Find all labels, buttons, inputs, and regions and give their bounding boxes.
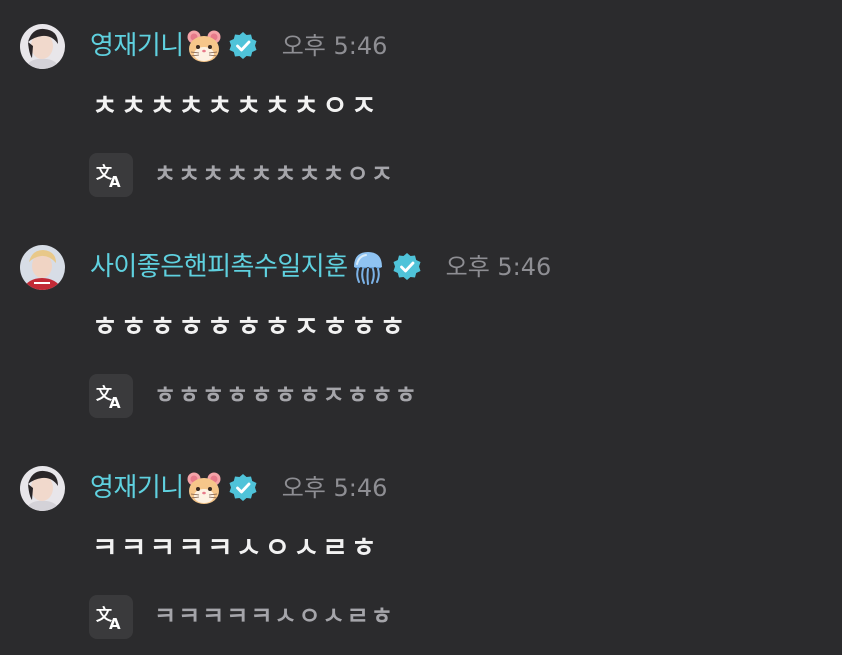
- avatar[interactable]: [20, 466, 65, 511]
- translate-button[interactable]: 文 A: [89, 374, 133, 418]
- svg-text:A: A: [109, 173, 121, 189]
- avatar[interactable]: [20, 245, 65, 290]
- verified-badge-icon: [228, 31, 258, 61]
- svg-text:A: A: [109, 615, 121, 631]
- translate-icon: 文 A: [96, 605, 121, 631]
- chat-message: 사이좋은핸피촉수일지훈 오후 5:46 ㅎㅎㅎㅎㅎㅎㅎㅈㅎㅎㅎ 文 A ㅎㅎㅎㅎ…: [0, 221, 842, 442]
- timestamp: 오후 5:46: [281, 32, 388, 60]
- translate-button[interactable]: 文 A: [89, 153, 133, 197]
- message-text[interactable]: ㅋㅋㅋㅋㅋㅅㅇㅅㄹㅎ: [92, 528, 380, 568]
- hamster-face-emoji: [186, 28, 222, 64]
- svg-text:A: A: [109, 394, 121, 410]
- message-header: 영재기니 오후 5:46: [90, 26, 387, 66]
- avatar[interactable]: [20, 24, 65, 69]
- translate-icon: 文 A: [96, 163, 121, 189]
- jellyfish-emoji: [350, 249, 386, 285]
- timestamp: 오후 5:46: [445, 253, 552, 281]
- chat-message: 영재기니: [0, 0, 842, 221]
- message-text[interactable]: ㅊㅊㅊㅊㅊㅊㅊㅊㅇㅈ: [92, 86, 380, 126]
- verified-badge-icon: [392, 252, 422, 282]
- timestamp: 오후 5:46: [281, 474, 388, 502]
- message-header: 사이좋은핸피촉수일지훈 오후 5:46: [90, 247, 551, 287]
- chat-message: 영재기니: [0, 442, 842, 655]
- message-header: 영재기니 오후 5:46: [90, 468, 387, 508]
- translate-icon: 文 A: [96, 384, 121, 410]
- verified-badge-icon: [228, 473, 258, 503]
- author-name[interactable]: 영재기니: [90, 26, 184, 66]
- translated-text: ㅊㅊㅊㅊㅊㅊㅊㅊㅇㅈ: [154, 160, 395, 188]
- chat-feed: 영재기니 오후 5:46 ㅊㅊㅊㅊㅊㅊㅊㅊㅇㅈ 文 A ㅊㅊㅊㅊㅊㅊㅊㅊㅇㅈ 사…: [0, 0, 842, 655]
- translated-text: ㅎㅎㅎㅎㅎㅎㅎㅈㅎㅎㅎ: [154, 381, 419, 409]
- author-name[interactable]: 사이좋은핸피촉수일지훈: [90, 247, 348, 287]
- message-text[interactable]: ㅎㅎㅎㅎㅎㅎㅎㅈㅎㅎㅎ: [92, 307, 408, 347]
- translated-text: ㅋㅋㅋㅋㅋㅅㅇㅅㄹㅎ: [154, 602, 395, 630]
- author-name[interactable]: 영재기니: [90, 468, 184, 508]
- hamster-face-emoji: [186, 470, 222, 506]
- translate-button[interactable]: 文 A: [89, 595, 133, 639]
